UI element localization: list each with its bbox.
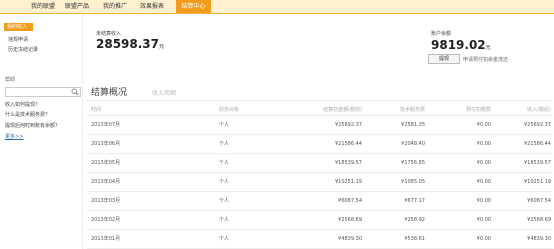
cell-pre-settlement: ¥18539.57 bbox=[309, 153, 364, 173]
settlement-table: 时间 财务对象 结算前金额(税前) 技术服务费 预付扣税款 收入(税后) 201… bbox=[87, 104, 553, 249]
unsettled-income-value: 28598.37元 bbox=[96, 37, 164, 51]
col-header-finance-object: 财务对象 bbox=[219, 104, 309, 116]
cell-pre-settlement: ¥6087.54 bbox=[309, 191, 364, 211]
cell-prepaid-tax: ¥0.00 bbox=[427, 210, 493, 230]
cell-service-fee: ¥538.61 bbox=[364, 229, 427, 249]
tab-my-alliance[interactable]: 我的联盟 bbox=[28, 0, 58, 13]
cell-pre-settlement: ¥21586.44 bbox=[309, 134, 364, 154]
cell-finance-object: 个人 bbox=[219, 191, 309, 211]
help-link-more[interactable]: 更多>> bbox=[5, 133, 23, 140]
cell-pre-settlement: ¥4839.30 bbox=[309, 229, 364, 249]
cell-prepaid-tax: ¥0.00 bbox=[427, 134, 493, 154]
help-search-input[interactable] bbox=[5, 87, 81, 97]
tab-income-detail[interactable]: 收入明细 bbox=[152, 88, 176, 97]
cell-time: 2013年03月 bbox=[87, 191, 219, 211]
cell-prepaid-tax: ¥0.00 bbox=[427, 153, 493, 173]
tab-settlement-center[interactable]: 结算中心 bbox=[176, 0, 211, 13]
table-row: 2013年02月 个人 ¥2568.69 ¥258.92 ¥0.00 ¥2568… bbox=[87, 210, 553, 230]
cell-prepaid-tax: ¥0.00 bbox=[427, 191, 493, 211]
balance-value: 9819.02元 bbox=[431, 38, 491, 52]
col-header-time: 时间 bbox=[87, 104, 219, 116]
table-row: 2013年01月 个人 ¥4839.30 ¥538.61 ¥0.00 ¥4839… bbox=[87, 229, 553, 249]
tab-my-promotion[interactable]: 我的推广 bbox=[100, 0, 130, 13]
balance-unit: 元 bbox=[485, 45, 491, 51]
col-header-income-after-tax: 收入(税后) bbox=[493, 104, 553, 116]
cell-finance-object: 个人 bbox=[219, 134, 309, 154]
sidebar: 我的收入 违规申请 历史冻结记录 帮助 收入如何提现？ 什么是技术服务费？ 提现… bbox=[0, 14, 83, 249]
cell-time: 2013年05月 bbox=[87, 153, 219, 173]
cell-time: 2013年07月 bbox=[87, 115, 219, 135]
table-row: 2013年07月 个人 ¥25692.37 ¥2581.35 ¥0.00 ¥25… bbox=[87, 115, 553, 135]
table-row: 2013年05月 个人 ¥18539.57 ¥1756.85 ¥0.00 ¥18… bbox=[87, 153, 553, 173]
cell-finance-object: 个人 bbox=[219, 210, 309, 230]
tab-alliance-products[interactable]: 联盟产品 bbox=[62, 0, 92, 13]
col-header-pre-settlement: 结算前金额(税前) bbox=[309, 104, 364, 116]
cell-service-fee: ¥2581.35 bbox=[364, 115, 427, 135]
cell-income-after-tax: ¥18539.57 bbox=[493, 153, 553, 173]
cell-income-after-tax: ¥21586.44 bbox=[493, 134, 553, 154]
cell-time: 2013年06月 bbox=[87, 134, 219, 154]
help-link-arrival[interactable]: 提现后何时到账有余额？ bbox=[5, 122, 60, 129]
cell-income-after-tax: ¥25692.37 bbox=[493, 115, 553, 135]
tab-reports[interactable]: 效果报表 bbox=[137, 0, 167, 13]
cell-service-fee: ¥1756.85 bbox=[364, 153, 427, 173]
cell-service-fee: ¥2048.40 bbox=[364, 134, 427, 154]
withdraw-note: 申请预付扣余金流还 bbox=[463, 57, 509, 63]
unsettled-income-unit: 元 bbox=[159, 44, 165, 50]
withdraw-button[interactable]: 提现 bbox=[428, 54, 460, 64]
cell-income-after-tax: ¥10251.19 bbox=[493, 172, 553, 192]
unsettled-income-amount: 28598.37 bbox=[96, 37, 160, 51]
col-header-prepaid-tax: 预付扣税款 bbox=[427, 104, 493, 116]
cell-finance-object: 个人 bbox=[219, 172, 309, 192]
search-icon[interactable] bbox=[71, 88, 79, 96]
table-header-row: 时间 财务对象 结算前金额(税前) 技术服务费 预付扣税款 收入(税后) bbox=[87, 104, 553, 116]
cell-income-after-tax: ¥6087.54 bbox=[493, 191, 553, 211]
sidebar-item-my-income[interactable]: 我的收入 bbox=[4, 23, 33, 31]
balance-amount: 9819.02 bbox=[431, 38, 486, 52]
cell-service-fee: ¥258.92 bbox=[364, 210, 427, 230]
help-link-withdraw[interactable]: 收入如何提现？ bbox=[5, 101, 40, 108]
cell-service-fee: ¥677.17 bbox=[364, 191, 427, 211]
col-header-service-fee: 技术服务费 bbox=[364, 104, 427, 116]
cell-pre-settlement: ¥10251.19 bbox=[309, 172, 364, 192]
sidebar-item-violation-appeal[interactable]: 违规申请 bbox=[0, 36, 83, 44]
cell-time: 2013年04月 bbox=[87, 172, 219, 192]
cell-time: 2013年01月 bbox=[87, 229, 219, 249]
table-row: 2013年06月 个人 ¥21586.44 ¥2048.40 ¥0.00 ¥21… bbox=[87, 134, 553, 154]
unsettled-income-label: 未结算收入 bbox=[96, 31, 122, 37]
cell-prepaid-tax: ¥0.00 bbox=[427, 172, 493, 192]
section-title: 结算概况 bbox=[91, 88, 128, 98]
cell-pre-settlement: ¥2568.69 bbox=[309, 210, 364, 230]
cell-service-fee: ¥1085.05 bbox=[364, 172, 427, 192]
cell-prepaid-tax: ¥0.00 bbox=[427, 115, 493, 135]
cell-finance-object: 个人 bbox=[219, 229, 309, 249]
cell-income-after-tax: ¥2568.69 bbox=[493, 210, 553, 230]
cell-time: 2013年02月 bbox=[87, 210, 219, 230]
cell-prepaid-tax: ¥0.00 bbox=[427, 229, 493, 249]
cell-income-after-tax: ¥4839.30 bbox=[493, 229, 553, 249]
cell-finance-object: 个人 bbox=[219, 115, 309, 135]
balance-label: 账户余额 bbox=[431, 31, 452, 37]
help-link-service-fee[interactable]: 什么是技术服务费？ bbox=[5, 111, 50, 118]
top-nav: 我的联盟 联盟产品 我的推广 效果报表 结算中心 bbox=[0, 0, 554, 14]
cell-pre-settlement: ¥25692.37 bbox=[309, 115, 364, 135]
help-title: 帮助 bbox=[5, 77, 16, 83]
sidebar-item-freeze-history[interactable]: 历史冻结记录 bbox=[0, 46, 83, 54]
section-divider bbox=[87, 100, 553, 101]
table-row: 2013年04月 个人 ¥10251.19 ¥1085.05 ¥0.00 ¥10… bbox=[87, 172, 553, 192]
cell-finance-object: 个人 bbox=[219, 153, 309, 173]
table-row: 2013年03月 个人 ¥6087.54 ¥677.17 ¥0.00 ¥6087… bbox=[87, 191, 553, 211]
